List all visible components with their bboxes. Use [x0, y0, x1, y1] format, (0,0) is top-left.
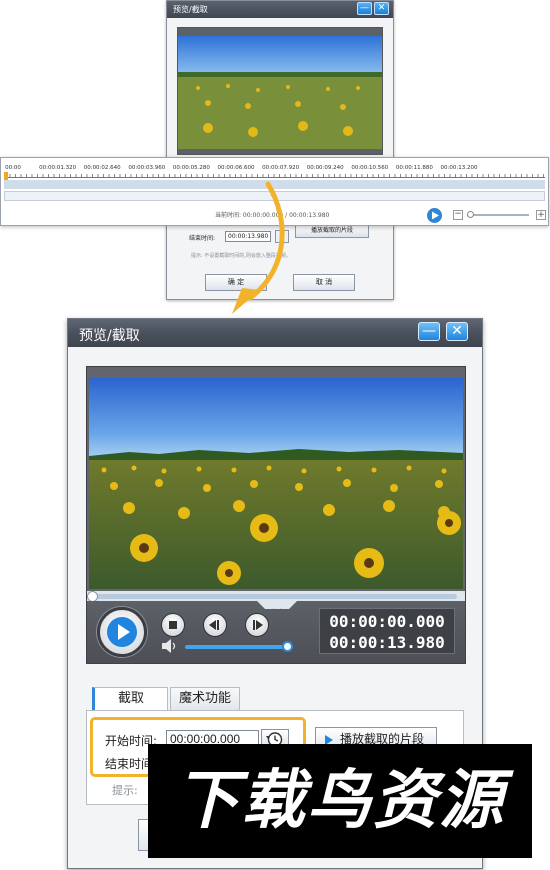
tab-magic-functions[interactable]: 魔术功能	[170, 687, 240, 711]
timeline-tick-label: 00:00:01.320	[39, 165, 77, 171]
timeline-tick-label: 00:00:13.200	[440, 165, 478, 171]
small-close-button[interactable]: ✕	[374, 2, 389, 15]
video-preview	[89, 378, 463, 589]
zoom-in-button[interactable]: +	[536, 210, 546, 220]
previous-frame-icon	[209, 620, 219, 630]
small-end-time-label: 结束时间:	[189, 235, 216, 242]
arrow-icon	[232, 181, 285, 314]
play-icon	[432, 211, 439, 220]
timeline-tick-label: 00:00	[5, 165, 21, 171]
zoom-slider-knob[interactable]	[467, 211, 474, 218]
time-display: 00:00:00.000 00:00:13.980	[319, 608, 455, 654]
volume-slider-knob[interactable]	[281, 641, 293, 652]
sunflower-field-image-small	[178, 28, 382, 154]
total-time: 00:00:13.980	[329, 633, 445, 652]
timeline-tick-label: 00:00:05.280	[172, 165, 210, 171]
stop-icon	[169, 621, 177, 629]
seek-bar[interactable]	[87, 591, 465, 602]
previous-frame-button[interactable]	[203, 613, 227, 637]
small-play-segment-label: 播放截取的片段	[310, 227, 353, 234]
small-video-preview	[177, 27, 383, 155]
big-minimize-button[interactable]: —	[418, 322, 440, 341]
hint-text: 提示:	[112, 784, 138, 797]
timeline-tick-label: 00:00:02.640	[83, 165, 121, 171]
timeline-tick-label: 00:00:09.240	[306, 165, 344, 171]
small-minimize-button[interactable]: —	[357, 2, 372, 15]
zoom-slider[interactable]	[467, 214, 529, 216]
small-cancel-button[interactable]: 取 消	[293, 274, 355, 291]
stop-button[interactable]	[161, 613, 185, 637]
tab-cut[interactable]: 截取	[92, 687, 168, 711]
timeline-tick-label: 00:00:03.960	[128, 165, 166, 171]
zoom-out-button[interactable]: −	[453, 210, 463, 220]
sunflower-field-image	[89, 378, 463, 589]
player-controls: 00:00:00.000 00:00:13.980	[87, 601, 465, 663]
timeline-tick-label: 00:00:06.600	[217, 165, 255, 171]
timeline-tick-label: 00:00:10.560	[351, 165, 389, 171]
play-icon	[107, 617, 137, 647]
current-time: 00:00:00.000	[329, 612, 445, 631]
watermark-logo: 下载鸟资源	[148, 744, 532, 858]
player-panel: 00:00:00.000 00:00:13.980	[86, 366, 466, 664]
next-frame-button[interactable]	[245, 613, 269, 637]
timeline-ruler-labels: 00:00 00:00:01.320 00:00:02.640 00:00:03.96…	[1, 158, 550, 174]
volume-icon[interactable]	[161, 639, 179, 653]
timeline-ruler	[4, 174, 545, 178]
big-dialog-title: 预览/截取	[79, 328, 140, 344]
play-button[interactable]	[97, 607, 147, 657]
seek-bar-track	[93, 594, 457, 599]
timeline-play-button[interactable]	[427, 208, 442, 223]
volume-slider[interactable]	[185, 645, 293, 649]
timeline-tick-label: 00:00:11.880	[395, 165, 433, 171]
timeline-tick-label: 00:00:07.920	[262, 165, 300, 171]
next-frame-icon	[253, 620, 263, 630]
big-close-button[interactable]: ✕	[446, 322, 468, 341]
